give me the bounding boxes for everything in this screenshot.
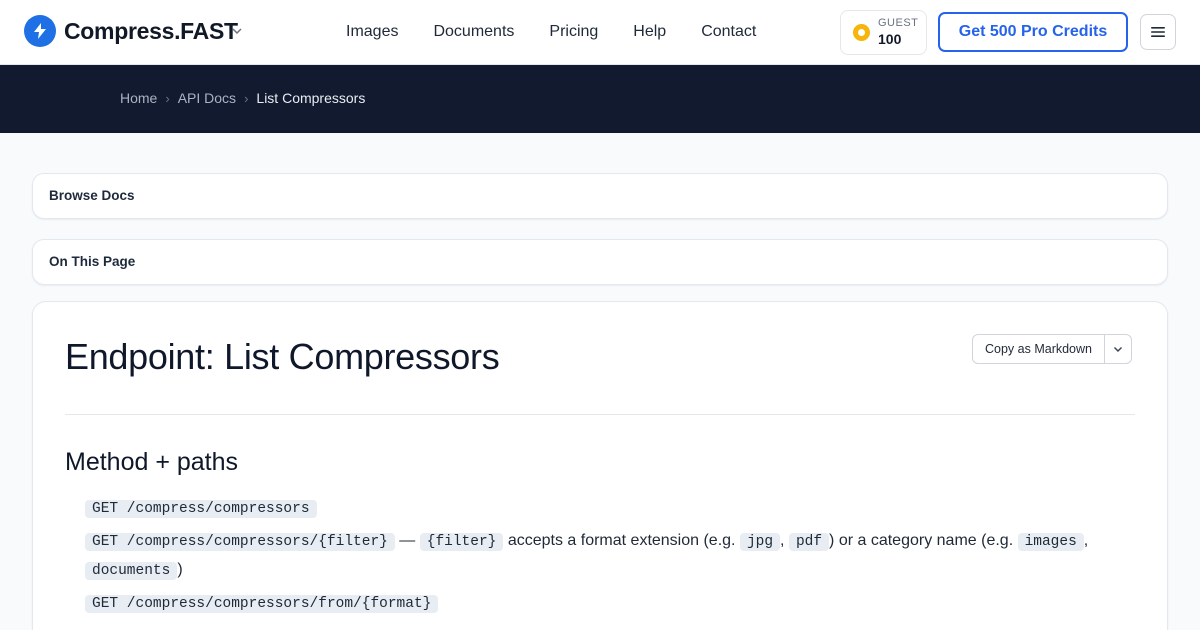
lightning-logo-icon <box>24 15 56 47</box>
section-heading-method-paths: Method + paths <box>65 448 239 476</box>
description-text: ) or a category name (e.g. <box>829 532 1018 549</box>
copy-markdown-split-button: Copy as Markdown <box>972 334 1132 364</box>
credits-badge[interactable]: GUEST 100 <box>840 10 927 55</box>
nav-link-pricing[interactable]: Pricing <box>549 23 598 41</box>
path-code: GET /compress/compressors <box>85 500 317 518</box>
nav-link-images[interactable]: Images <box>346 23 398 41</box>
path-code: GET /compress/compressors/{filter} <box>85 533 395 551</box>
credits-user-label: GUEST <box>878 17 919 29</box>
credits-count: 100 <box>878 31 902 47</box>
path-item: GET /compress/compressors/{filter} — {fi… <box>85 527 1125 585</box>
description-text: ) <box>177 561 183 578</box>
example-code: documents <box>85 562 178 580</box>
breadcrumb-band: Home › API Docs › List Compressors <box>0 65 1200 133</box>
chevron-right-icon: › <box>244 90 249 106</box>
dash-text: — <box>394 532 420 549</box>
separator-text: , <box>780 532 789 549</box>
breadcrumb-api-docs[interactable]: API Docs <box>178 90 236 106</box>
chevron-right-icon: › <box>165 90 170 106</box>
breadcrumb: Home › API Docs › List Compressors <box>120 90 365 106</box>
copy-options-dropdown[interactable] <box>1105 335 1131 363</box>
breadcrumb-home[interactable]: Home <box>120 90 157 106</box>
title-divider <box>65 414 1135 415</box>
example-code: images <box>1017 533 1084 551</box>
top-navigation-bar: Compress.FAST Images Documents Pricing H… <box>0 0 1200 65</box>
description-text: accepts a format extension (e.g. <box>503 532 740 549</box>
chevron-down-icon <box>1114 347 1122 352</box>
breadcrumb-current: List Compressors <box>256 90 366 106</box>
page-title: Endpoint: List Compressors <box>65 336 500 377</box>
copy-as-markdown-button[interactable]: Copy as Markdown <box>973 335 1105 363</box>
example-code: pdf <box>788 533 830 551</box>
browse-docs-panel[interactable]: Browse Docs <box>32 173 1168 219</box>
separator-text: , <box>1083 532 1089 549</box>
nav-link-help[interactable]: Help <box>633 23 666 41</box>
nav-link-documents[interactable]: Documents <box>433 23 514 41</box>
example-code: jpg <box>739 533 781 551</box>
on-this-page-label: On This Page <box>49 254 136 269</box>
nav-link-contact[interactable]: Contact <box>701 23 756 41</box>
path-item: GET /compress/compressors <box>85 494 1125 523</box>
path-code: GET /compress/compressors/from/{format} <box>85 595 439 613</box>
param-code: {filter} <box>419 533 504 551</box>
on-this-page-panel[interactable]: On This Page <box>32 239 1168 285</box>
hamburger-icon <box>1151 27 1165 37</box>
coin-icon <box>853 24 870 41</box>
brand-logo-link[interactable]: Compress.FAST <box>24 15 238 47</box>
get-pro-credits-button[interactable]: Get 500 Pro Credits <box>938 12 1128 52</box>
browse-docs-label: Browse Docs <box>49 188 135 203</box>
brand-name: Compress.FAST <box>64 17 238 44</box>
doc-content-card: Endpoint: List Compressors Copy as Markd… <box>32 301 1168 630</box>
path-item: GET /compress/compressors/from/{format} <box>85 589 1125 618</box>
chevron-down-icon[interactable] <box>230 24 244 38</box>
main-nav: Images Documents Pricing Help Contact <box>346 0 791 64</box>
hamburger-menu-button[interactable] <box>1140 14 1176 50</box>
